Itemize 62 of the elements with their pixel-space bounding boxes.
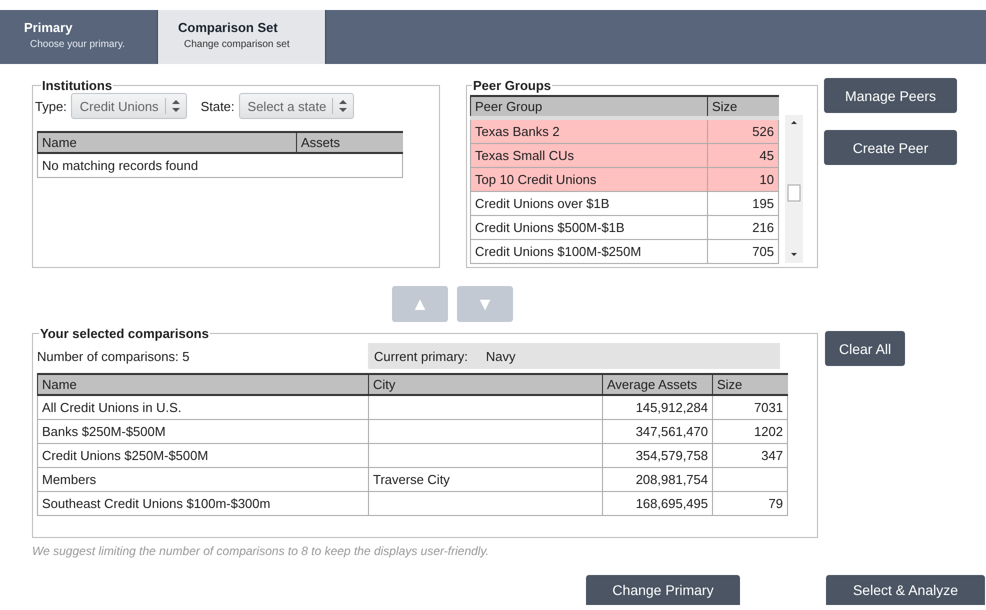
table-cell: Texas Small CUs [470, 144, 708, 168]
spinner-icon [332, 98, 350, 114]
type-dropdown[interactable]: Credit Unions [70, 93, 187, 119]
table-cell: 216 [708, 216, 778, 240]
table-cell: Credit Unions $100M-$250M [470, 240, 708, 264]
table-cell: Top 10 Credit Unions [470, 168, 708, 192]
table-cell: 526 [708, 118, 778, 144]
comparison-count: Number of comparisons: 5 [37, 348, 190, 364]
table-cell: 7031 [712, 395, 788, 420]
table-cell: 195 [708, 192, 778, 216]
table-cell: Texas Banks 2 [470, 118, 708, 144]
peer-group-row[interactable]: Credit Unions $500M-$1B 216 [470, 216, 778, 240]
type-label: Type: [35, 98, 67, 114]
peer-group-row[interactable]: Credit Unions $100M-$250M 705 [470, 240, 778, 264]
column-header[interactable]: Assets [296, 132, 402, 153]
footer-button[interactable]: Change Primary [586, 575, 740, 605]
column-header[interactable]: Size [712, 374, 788, 395]
scrollbar[interactable] [785, 115, 803, 263]
table-cell: 347,561,470 [602, 420, 712, 444]
column-header[interactable]: Name [38, 132, 296, 153]
table-cell: 168,695,495 [602, 492, 712, 516]
spinner-icon [164, 98, 182, 114]
peer-group-row[interactable]: Texas Small CUs 45 [470, 144, 778, 168]
empty-message: No matching records found [38, 153, 402, 178]
peer-group-row[interactable]: Credit Unions over $1B 195 [470, 192, 778, 216]
table-cell: Traverse City [368, 468, 602, 492]
panel-title: Peer Groups [472, 78, 552, 93]
table-cell: Credit Unions over $1B [470, 192, 708, 216]
table-cell: Banks $250M-$500M [38, 420, 368, 444]
peer-group-row[interactable]: Top 10 Credit Unions 10 [470, 168, 778, 192]
peer-action-button[interactable]: Manage Peers [824, 78, 957, 113]
table-cell: 354,579,758 [602, 444, 712, 468]
column-header[interactable]: Peer Group [470, 96, 708, 118]
table-cell: Southeast Credit Unions $100m-$300m [38, 492, 368, 516]
footer-button[interactable]: Select & Analyze [826, 575, 985, 605]
table-cell: 347 [712, 444, 788, 468]
column-header[interactable]: Name [38, 374, 368, 395]
table-cell: 79 [712, 492, 788, 516]
tab[interactable]: Comparison Set Change comparison set [158, 10, 326, 64]
panel-title: Your selected comparisons [39, 326, 210, 341]
primary-label: Current primary: [374, 348, 468, 364]
table-cell: Credit Unions $500M-$1B [470, 216, 708, 240]
table-cell: Members [38, 468, 368, 492]
panel-title: Institutions [41, 78, 114, 93]
table-cell: 1202 [712, 420, 788, 444]
table-cell: 10 [708, 168, 778, 192]
peer-group-row[interactable]: Texas Banks 2 526 [470, 118, 778, 144]
state-label: State: [200, 98, 235, 114]
hint-text: We suggest limiting the number of comparisons to 8 to keep the displays user-friendly. [32, 544, 490, 558]
table-cell: All Credit Unions in U.S. [38, 395, 368, 420]
state-dropdown[interactable]: Select a state [238, 93, 354, 119]
column-header[interactable]: Size [708, 96, 778, 118]
table-cell: 705 [708, 240, 778, 264]
table-cell: 45 [708, 144, 778, 168]
column-header[interactable]: City [368, 374, 602, 395]
table-cell: 208,981,754 [602, 468, 712, 492]
clear-all-button[interactable]: Clear All [825, 331, 906, 366]
peer-action-button[interactable]: Create Peer [824, 130, 957, 165]
column-header[interactable]: Average Assets [602, 374, 712, 395]
table-cell: Credit Unions $250M-$500M [38, 444, 368, 468]
table-cell: 145,912,284 [602, 395, 712, 420]
primary-value: Navy [486, 348, 516, 364]
